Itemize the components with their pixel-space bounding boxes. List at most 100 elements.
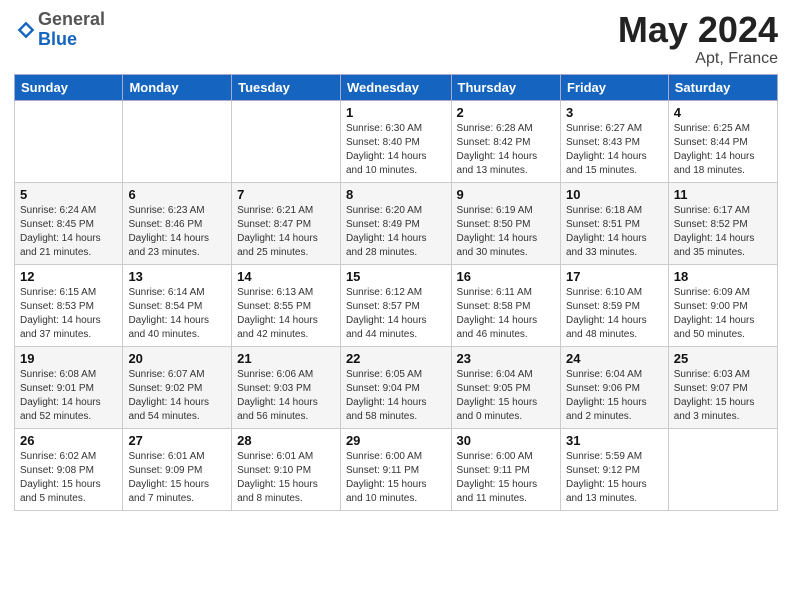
calendar-cell: 4 Sunrise: 6:25 AMSunset: 8:44 PMDaylight…	[668, 100, 777, 182]
header-thursday: Thursday	[451, 74, 560, 100]
calendar-cell: 26 Sunrise: 6:02 AMSunset: 9:08 PMDayligh…	[15, 428, 123, 510]
cell-day-number: 28	[237, 433, 335, 448]
cell-info-text: Sunrise: 6:02 AMSunset: 9:08 PMDaylight:…	[20, 450, 117, 506]
cell-day-number: 13	[128, 269, 226, 284]
calendar-cell: 31 Sunrise: 5:59 AMSunset: 9:12 PMDayligh…	[560, 428, 668, 510]
cell-day-number: 8	[346, 187, 446, 202]
cell-info-text: Sunrise: 6:25 AMSunset: 8:44 PMDaylight:…	[674, 122, 772, 178]
logo: General Blue	[14, 10, 105, 50]
cell-info-text: Sunrise: 6:19 AMSunset: 8:50 PMDaylight:…	[457, 204, 555, 260]
cell-info-text: Sunrise: 6:27 AMSunset: 8:43 PMDaylight:…	[566, 122, 663, 178]
cell-day-number: 15	[346, 269, 446, 284]
cell-day-number: 17	[566, 269, 663, 284]
cell-info-text: Sunrise: 6:23 AMSunset: 8:46 PMDaylight:…	[128, 204, 226, 260]
calendar-location: Apt, France	[618, 50, 778, 68]
calendar-body: 1Sunrise: 6:30 AMSunset: 8:40 PMDaylight…	[15, 100, 778, 510]
header-saturday: Saturday	[668, 74, 777, 100]
header: General Blue May 2024 Apt, France	[14, 10, 778, 68]
cell-day-number: 1	[346, 105, 446, 120]
calendar-cell: 13 Sunrise: 6:14 AMSunset: 8:54 PMDayligh…	[123, 264, 232, 346]
cell-info-text: Sunrise: 6:21 AMSunset: 8:47 PMDaylight:…	[237, 204, 335, 260]
cell-day-number: 18	[674, 269, 772, 284]
cell-info-text: Sunrise: 6:01 AMSunset: 9:10 PMDaylight:…	[237, 450, 335, 506]
cell-info-text: Sunrise: 5:59 AMSunset: 9:12 PMDaylight:…	[566, 450, 663, 506]
cell-info-text: Sunrise: 6:11 AMSunset: 8:58 PMDaylight:…	[457, 286, 555, 342]
calendar-cell: 1Sunrise: 6:30 AMSunset: 8:40 PMDaylight…	[340, 100, 451, 182]
cell-day-number: 30	[457, 433, 555, 448]
calendar-cell: 27Sunrise: 6:01 AMSunset: 9:09 PMDayligh…	[123, 428, 232, 510]
calendar-cell: 8Sunrise: 6:20 AMSunset: 8:49 PMDaylight…	[340, 182, 451, 264]
cell-day-number: 19	[20, 351, 117, 366]
calendar-cell: 29 Sunrise: 6:00 AMSunset: 9:11 PMDayligh…	[340, 428, 451, 510]
header-wednesday: Wednesday	[340, 74, 451, 100]
calendar-cell: 5 Sunrise: 6:24 AMSunset: 8:45 PMDaylight…	[15, 182, 123, 264]
cell-info-text: Sunrise: 6:17 AMSunset: 8:52 PMDaylight:…	[674, 204, 772, 260]
cell-info-text: Sunrise: 6:08 AMSunset: 9:01 PMDaylight:…	[20, 368, 117, 424]
calendar-cell: 10Sunrise: 6:18 AMSunset: 8:51 PMDayligh…	[560, 182, 668, 264]
cell-day-number: 9	[457, 187, 555, 202]
logo-blue: Blue	[38, 30, 105, 50]
calendar-cell: 22Sunrise: 6:05 AMSunset: 9:04 PMDayligh…	[340, 346, 451, 428]
cell-day-number: 6	[128, 187, 226, 202]
cell-info-text: Sunrise: 6:03 AMSunset: 9:07 PMDaylight:…	[674, 368, 772, 424]
calendar-week-2: 12Sunrise: 6:15 AMSunset: 8:53 PMDayligh…	[15, 264, 778, 346]
cell-info-text: Sunrise: 6:09 AMSunset: 9:00 PMDaylight:…	[674, 286, 772, 342]
calendar-cell	[15, 100, 123, 182]
title-block: May 2024 Apt, France	[618, 10, 778, 68]
calendar-cell: 12Sunrise: 6:15 AMSunset: 8:53 PMDayligh…	[15, 264, 123, 346]
calendar-cell: 23 Sunrise: 6:04 AMSunset: 9:05 PMDayligh…	[451, 346, 560, 428]
cell-info-text: Sunrise: 6:14 AMSunset: 8:54 PMDaylight:…	[128, 286, 226, 342]
cell-day-number: 23	[457, 351, 555, 366]
logo-general: General	[38, 10, 105, 30]
cell-info-text: Sunrise: 6:15 AMSunset: 8:53 PMDaylight:…	[20, 286, 117, 342]
calendar-table: Sunday Monday Tuesday Wednesday Thursday…	[14, 74, 778, 511]
calendar-cell: 11 Sunrise: 6:17 AMSunset: 8:52 PMDayligh…	[668, 182, 777, 264]
calendar-cell: 7 Sunrise: 6:21 AMSunset: 8:47 PMDaylight…	[232, 182, 341, 264]
calendar-cell: 28 Sunrise: 6:01 AMSunset: 9:10 PMDayligh…	[232, 428, 341, 510]
cell-day-number: 24	[566, 351, 663, 366]
cell-day-number: 25	[674, 351, 772, 366]
calendar-cell	[123, 100, 232, 182]
cell-day-number: 31	[566, 433, 663, 448]
header-monday: Monday	[123, 74, 232, 100]
cell-info-text: Sunrise: 6:00 AMSunset: 9:11 PMDaylight:…	[457, 450, 555, 506]
cell-day-number: 29	[346, 433, 446, 448]
cell-info-text: Sunrise: 6:04 AMSunset: 9:06 PMDaylight:…	[566, 368, 663, 424]
cell-info-text: Sunrise: 6:13 AMSunset: 8:55 PMDaylight:…	[237, 286, 335, 342]
calendar-cell: 17 Sunrise: 6:10 AMSunset: 8:59 PMDayligh…	[560, 264, 668, 346]
cell-info-text: Sunrise: 6:06 AMSunset: 9:03 PMDaylight:…	[237, 368, 335, 424]
calendar-cell: 21Sunrise: 6:06 AMSunset: 9:03 PMDayligh…	[232, 346, 341, 428]
calendar-week-3: 19 Sunrise: 6:08 AMSunset: 9:01 PMDayligh…	[15, 346, 778, 428]
cell-day-number: 11	[674, 187, 772, 202]
cell-day-number: 20	[128, 351, 226, 366]
cell-info-text: Sunrise: 6:10 AMSunset: 8:59 PMDaylight:…	[566, 286, 663, 342]
calendar-cell: 3 Sunrise: 6:27 AMSunset: 8:43 PMDaylight…	[560, 100, 668, 182]
cell-day-number: 5	[20, 187, 117, 202]
page: General Blue May 2024 Apt, France Sunday…	[0, 0, 792, 612]
calendar-week-4: 26 Sunrise: 6:02 AMSunset: 9:08 PMDayligh…	[15, 428, 778, 510]
cell-day-number: 22	[346, 351, 446, 366]
cell-day-number: 10	[566, 187, 663, 202]
cell-day-number: 3	[566, 105, 663, 120]
calendar-cell: 18 Sunrise: 6:09 AMSunset: 9:00 PMDayligh…	[668, 264, 777, 346]
cell-info-text: Sunrise: 6:07 AMSunset: 9:02 PMDaylight:…	[128, 368, 226, 424]
cell-day-number: 7	[237, 187, 335, 202]
cell-day-number: 14	[237, 269, 335, 284]
calendar-cell: 14 Sunrise: 6:13 AMSunset: 8:55 PMDayligh…	[232, 264, 341, 346]
cell-info-text: Sunrise: 6:12 AMSunset: 8:57 PMDaylight:…	[346, 286, 446, 342]
calendar-week-1: 5 Sunrise: 6:24 AMSunset: 8:45 PMDaylight…	[15, 182, 778, 264]
cell-info-text: Sunrise: 6:24 AMSunset: 8:45 PMDaylight:…	[20, 204, 117, 260]
cell-info-text: Sunrise: 6:00 AMSunset: 9:11 PMDaylight:…	[346, 450, 446, 506]
cell-info-text: Sunrise: 6:04 AMSunset: 9:05 PMDaylight:…	[457, 368, 555, 424]
cell-info-text: Sunrise: 6:28 AMSunset: 8:42 PMDaylight:…	[457, 122, 555, 178]
calendar-cell: 9 Sunrise: 6:19 AMSunset: 8:50 PMDaylight…	[451, 182, 560, 264]
header-friday: Friday	[560, 74, 668, 100]
calendar-cell: 16Sunrise: 6:11 AMSunset: 8:58 PMDayligh…	[451, 264, 560, 346]
calendar-cell: 2Sunrise: 6:28 AMSunset: 8:42 PMDaylight…	[451, 100, 560, 182]
logo-icon	[16, 20, 36, 40]
header-sunday: Sunday	[15, 74, 123, 100]
cell-day-number: 4	[674, 105, 772, 120]
cell-day-number: 26	[20, 433, 117, 448]
calendar-week-0: 1Sunrise: 6:30 AMSunset: 8:40 PMDaylight…	[15, 100, 778, 182]
cell-info-text: Sunrise: 6:01 AMSunset: 9:09 PMDaylight:…	[128, 450, 226, 506]
